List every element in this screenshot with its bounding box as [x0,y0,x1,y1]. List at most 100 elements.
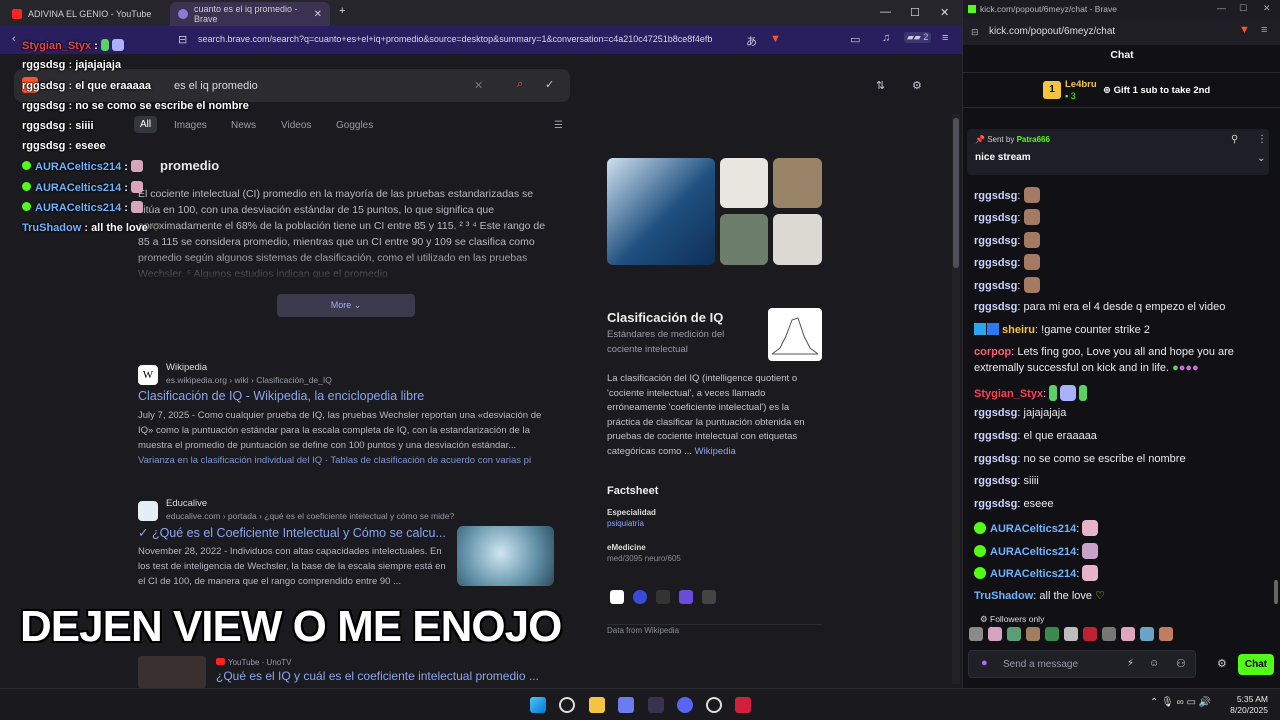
chat-username[interactable]: rggsdsg [974,235,1017,247]
brave-icon[interactable] [648,697,664,713]
chat-username[interactable]: rggsdsg [974,453,1017,465]
kp-chart-thumbnail[interactable] [768,308,822,361]
site-settings-icon[interactable]: ⊟ [971,27,979,38]
einstein-photo-image[interactable] [720,214,768,265]
emote-icon[interactable] [1121,627,1135,641]
settings-gear-icon[interactable]: ⚙ [1217,657,1227,670]
result-title-link[interactable]: ✓ ¿Qué es el Coeficiente Intelectual y C… [138,525,446,540]
result-thumbnail[interactable] [457,526,554,586]
close-window-icon[interactable]: ✕ [1263,3,1271,14]
scrollbar[interactable] [952,114,960,684]
chat-username[interactable]: rggsdsg [974,498,1017,510]
chat-username[interactable]: sheiru [1002,324,1035,336]
minimize-icon[interactable]: — [1217,3,1226,13]
emote-icon[interactable] [1026,627,1040,641]
source-icon[interactable] [702,590,716,604]
media-icon[interactable]: ♫ [882,32,890,44]
chat-username[interactable]: TruShadow [974,590,1033,602]
fact-value[interactable]: psiquiatría [607,519,644,528]
chat-username[interactable]: rggsdsg [974,301,1017,313]
tab-news[interactable]: News [231,120,256,131]
menu-icon[interactable]: ≡ [942,32,948,44]
source-icon[interactable] [633,590,647,604]
gifter-name[interactable]: Le4bru [1065,79,1097,90]
settings-gear-icon[interactable]: ⚙ [912,79,922,92]
chat-username[interactable]: rggsdsg [974,280,1017,292]
einstein-image[interactable] [773,158,822,208]
emote-icon[interactable] [969,627,983,641]
tab-goggles[interactable]: Goggles [336,120,373,131]
chat-username[interactable]: rggsdsg [974,190,1017,202]
chat-username[interactable]: AURACeltics214 [990,546,1076,558]
translate-icon[interactable]: あ [746,33,757,49]
source-icon[interactable] [679,590,693,604]
discord-icon[interactable] [677,697,693,713]
search-icon[interactable]: ⌕ [517,78,523,91]
chat-username[interactable]: rggsdsg [974,475,1017,487]
emote-icon[interactable] [1045,627,1059,641]
result-sublinks[interactable]: Varianza en la clasificación individual … [138,455,556,466]
chat-username[interactable]: rggsdsg [974,430,1017,442]
minimize-icon[interactable]: — [880,6,891,18]
wikidata-icon[interactable] [656,590,670,604]
url-field[interactable]: kick.com/popout/6meyz/chat [989,26,1115,37]
tab-videos[interactable]: Videos [281,120,311,131]
chat-username[interactable]: corpop [974,346,1011,358]
url-field[interactable]: search.brave.com/search?q=cuanto+es+el+i… [198,34,712,44]
tab-all[interactable]: All [134,116,158,133]
pin-icon[interactable]: ⚲ [1231,134,1238,145]
extensions-icon[interactable]: ▰▰ 2 [904,32,932,43]
users-icon[interactable]: ⚇ [1176,657,1186,670]
sidebar-icon[interactable]: ▭ [850,33,860,46]
chat-username[interactable]: AURACeltics214 [990,523,1076,535]
chat-username[interactable]: rggsdsg [974,212,1017,224]
maximize-icon[interactable]: ☐ [910,6,920,19]
map-image[interactable] [607,158,715,265]
brave-shields-icon[interactable]: ▼ [770,33,781,45]
send-chat-button[interactable]: Chat [1238,654,1274,675]
message-input[interactable]: ● Send a message ⚡ ☺ [968,650,1196,678]
wikipedia-icon[interactable] [610,590,624,604]
new-tab-icon[interactable]: + [339,5,345,17]
gift-sub-button[interactable]: ⊕ Gift 1 sub to take 2nd [1103,85,1210,96]
emote-icon[interactable] [1064,627,1078,641]
search-icon[interactable] [559,697,575,713]
more-button[interactable]: More ⌄ [277,294,415,317]
clock[interactable]: 5:35 AM 8/20/2025 [1230,694,1268,716]
emote-icon[interactable] [1159,627,1173,641]
close-window-icon[interactable]: ✕ [940,6,949,19]
iq-test-image[interactable] [720,158,768,208]
chat-username[interactable]: rggsdsg [974,407,1017,419]
commands-icon[interactable]: ⚡ [1127,658,1134,669]
chat-username[interactable]: Stygian_Styx [974,388,1043,400]
chat-username[interactable]: rggsdsg [974,257,1017,269]
chevron-down-icon[interactable]: ⌄ [1257,153,1265,164]
statue-image[interactable] [773,214,822,265]
more-options-icon[interactable]: ⋮ [1257,134,1267,145]
menu-icon[interactable]: ≡ [1261,24,1267,36]
filter-icon[interactable]: ☰ [554,120,563,131]
tab-brave-search[interactable]: cuanto es el iq promedio - Brave ✕ [170,2,330,26]
chat-scrollbar[interactable] [1274,580,1278,604]
clear-icon[interactable]: ✕ [474,79,483,92]
site-settings-icon[interactable]: ⊟ [178,33,187,46]
chat-username[interactable]: AURACeltics214 [990,568,1076,580]
emote-icon[interactable] [1102,627,1116,641]
emote-icon[interactable] [1140,627,1154,641]
result-title-link[interactable]: Clasificación de IQ - Wikipedia, la enci… [138,389,424,403]
obs-icon[interactable] [706,697,722,713]
tab-images[interactable]: Images [174,120,207,131]
close-tab-icon[interactable]: ✕ [314,9,322,20]
emote-icon[interactable] [1083,627,1097,641]
result-title-link[interactable]: ¿Qué es el IQ y cuál es el coeficiente i… [216,669,539,683]
search-input[interactable]: es el iq promedio [174,80,258,92]
file-explorer-icon[interactable] [589,697,605,713]
system-tray-icons[interactable]: ⌃ 🎙 ∞ ▭ 🔊 [1150,697,1211,708]
mic-icon[interactable]: ● [981,657,988,669]
emote-icon[interactable] [1007,627,1021,641]
scrollbar-thumb[interactable] [953,118,959,268]
video-thumbnail[interactable] [138,656,206,688]
store-icon[interactable] [618,697,634,713]
emoji-icon[interactable]: ☺ [1149,658,1159,669]
emote-icon[interactable] [988,627,1002,641]
